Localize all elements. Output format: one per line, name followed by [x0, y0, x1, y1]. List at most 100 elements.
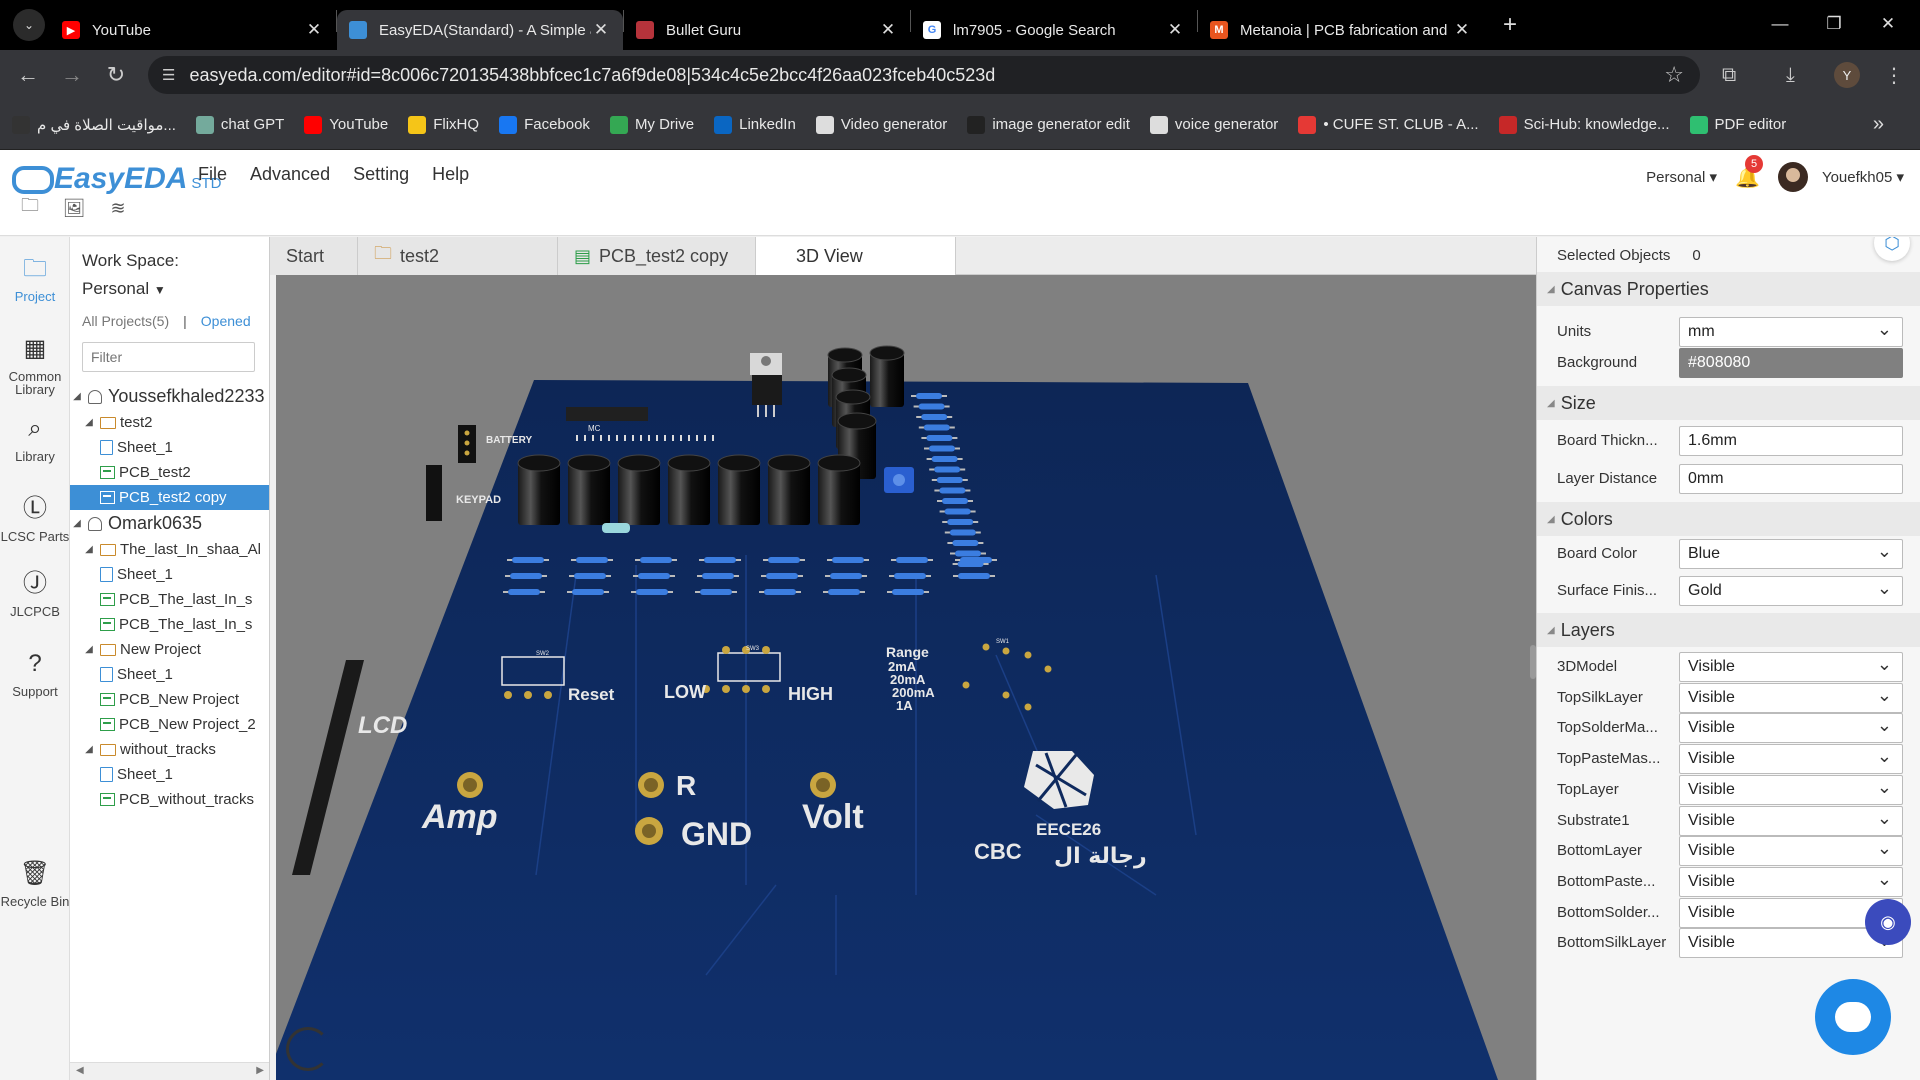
back-button[interactable]: ← [6, 62, 50, 88]
open-folder-icon[interactable]: 🗀 [18, 195, 42, 220]
easyeda-logo[interactable]: EasyEDA STD [10, 158, 221, 196]
layer-visibility-select[interactable]: Visible [1679, 866, 1903, 897]
tree-item-pcb[interactable]: PCB_test2 copy [70, 485, 269, 510]
more-bookmarks-icon[interactable]: » [1873, 113, 1884, 136]
bookmark-item[interactable]: LinkedIn [714, 115, 796, 134]
units-select[interactable]: mm [1679, 317, 1903, 347]
tree-item-user[interactable]: ◢ Omark0635 [70, 510, 269, 537]
tree-item-folder[interactable]: ◢ New Project [70, 637, 269, 662]
layer-visibility-select[interactable]: Visible [1679, 805, 1903, 836]
close-tab-icon[interactable]: ✕ [1165, 20, 1185, 40]
bookmark-item[interactable]: chat GPT [195, 115, 284, 134]
browser-tab[interactable]: M Metanoia | PCB fabrication and ✕ [1198, 10, 1484, 50]
background-color-field[interactable]: #808080 [1679, 348, 1903, 378]
layer-visibility-select[interactable]: Visible [1679, 836, 1903, 867]
bookmark-item[interactable]: image generator edit [967, 115, 1130, 134]
bookmark-item[interactable]: مواقيت الصلاة في م... [12, 115, 176, 134]
tree-horizontal-scrollbar[interactable]: ◀ ▶ [70, 1062, 269, 1080]
close-tab-icon[interactable]: ✕ [878, 20, 898, 40]
workspace-switch[interactable]: Personal ▾ [1646, 168, 1717, 186]
layer-distance-input[interactable]: 0mm [1679, 464, 1903, 494]
extensions-icon[interactable]: ⧉ [1722, 50, 1736, 100]
layers-icon[interactable]: ≋ [106, 196, 130, 220]
browser-tab[interactable]: ▶ YouTube ✕ [50, 10, 336, 50]
bookmark-item[interactable]: My Drive [609, 115, 694, 134]
restore-button[interactable]: ❐ [1804, 0, 1864, 48]
leftbar-recycle-bin[interactable]: 🗑 Recycle Bin [0, 857, 70, 908]
expand-triangle-icon[interactable]: ◢ [82, 417, 96, 428]
tree-item-pcb[interactable]: PCB_New Project [70, 687, 269, 712]
tree-item-sheet[interactable]: Sheet_1 [70, 562, 269, 587]
layer-visibility-select[interactable]: Visible [1679, 713, 1903, 744]
close-window-button[interactable]: ✕ [1858, 0, 1918, 48]
tree-item-sheet[interactable]: Sheet_1 [70, 435, 269, 460]
tree-item-pcb[interactable]: PCB_test2 [70, 460, 269, 485]
3d-view-canvas[interactable]: BATTERY KEYPAD MC SW2 SW3 SW1 Reset LOW … [276, 275, 1536, 1080]
close-tab-icon[interactable]: ✕ [591, 20, 611, 40]
bell-icon[interactable]: 🔔 5 [1735, 154, 1764, 190]
bookmark-item[interactable]: YouTube [304, 115, 388, 134]
all-projects-link[interactable]: All Projects(5) [82, 313, 169, 329]
leftbar-lcsc-parts[interactable]: Ⓛ LCSC Parts [0, 492, 70, 543]
colors-section[interactable]: ◢ Colors [1537, 502, 1920, 536]
size-section[interactable]: ◢ Size [1537, 386, 1920, 420]
document-tab[interactable]: ▤ PCB_test2 copy [558, 237, 756, 275]
floating-layers-icon[interactable]: ⬡ [1874, 237, 1910, 261]
expand-triangle-icon[interactable]: ◢ [82, 644, 96, 655]
workspace-dropdown[interactable]: Personal ▼ [82, 279, 166, 299]
tree-item-folder[interactable]: ◢ without_tracks [70, 737, 269, 762]
scroll-right-icon[interactable]: ▶ [256, 1065, 264, 1076]
tree-item-folder[interactable]: ◢ test2 [70, 410, 269, 435]
layers-section[interactable]: ◢ Layers [1537, 613, 1920, 647]
layer-visibility-select[interactable]: Visible [1679, 774, 1903, 805]
assistant-bot-icon[interactable]: ◉ [1865, 899, 1911, 945]
reload-button[interactable]: ↻ [94, 62, 138, 88]
bookmark-item[interactable]: • CUFE ST. CLUB - A... [1298, 115, 1479, 134]
browser-menu-icon[interactable]: ⋮ [1884, 50, 1904, 100]
tree-item-pcb[interactable]: PCB_The_last_In_s [70, 612, 269, 637]
tree-item-pcb[interactable]: PCB_without_tracks [70, 787, 269, 812]
url-bar[interactable]: ☰ easyeda.com/editor#id=8c006c720135438b… [148, 56, 1700, 94]
site-info-icon[interactable]: ☰ [162, 66, 175, 84]
filter-input[interactable] [82, 342, 255, 372]
bookmark-item[interactable]: FlixHQ [408, 115, 479, 134]
tab-search-button[interactable]: ⌄ [8, 5, 50, 45]
forward-button[interactable]: → [50, 62, 94, 88]
minimize-button[interactable]: — [1750, 0, 1810, 48]
opened-link[interactable]: Opened [201, 313, 251, 329]
document-tab[interactable]: 🗀 test2 [358, 237, 558, 275]
leftbar-support[interactable]: ? Support [0, 647, 70, 698]
download-icon[interactable]: ⤓ [1786, 50, 1795, 100]
surface-finish-select[interactable]: Gold [1679, 576, 1903, 606]
expand-triangle-icon[interactable]: ◢ [82, 544, 96, 555]
image-icon[interactable]: 🖼 [62, 196, 86, 220]
board-thickness-input[interactable]: 1.6mm [1679, 426, 1903, 456]
board-color-select[interactable]: Blue [1679, 539, 1903, 569]
layer-visibility-select[interactable]: Visible [1679, 652, 1903, 682]
bookmark-star-icon[interactable]: ☆ [1664, 62, 1684, 88]
leftbar-project[interactable]: 🗀 Project [0, 252, 70, 303]
expand-triangle-icon[interactable]: ◢ [70, 391, 84, 402]
browser-tab[interactable]: Bullet Guru ✕ [624, 10, 910, 50]
tree-item-pcb[interactable]: PCB_The_last_In_s [70, 587, 269, 612]
close-tab-icon[interactable]: ✕ [304, 20, 324, 40]
new-tab-button[interactable]: + [1490, 11, 1530, 39]
orbit-control[interactable] [286, 1027, 330, 1071]
layer-visibility-select[interactable]: Visible [1679, 744, 1903, 775]
menu-setting[interactable]: Setting [353, 164, 409, 185]
canvas-properties-section[interactable]: ◢ Canvas Properties [1537, 272, 1920, 306]
tree-item-user[interactable]: ◢ Youssefkhaled2233 [70, 383, 269, 410]
user-avatar[interactable] [1777, 162, 1808, 192]
leftbar-common-library[interactable]: ▦ Common Library [0, 332, 70, 396]
close-tab-icon[interactable]: ✕ [1452, 20, 1472, 40]
expand-triangle-icon[interactable]: ◢ [70, 518, 84, 529]
bookmark-item[interactable]: voice generator [1149, 115, 1278, 134]
bookmark-item[interactable]: Facebook [499, 115, 590, 134]
scroll-left-icon[interactable]: ◀ [76, 1065, 84, 1076]
profile-avatar[interactable]: Y [1834, 62, 1860, 88]
browser-tab[interactable]: EasyEDA(Standard) - A Simple a ✕ [337, 10, 623, 50]
leftbar-jlcpcb[interactable]: Ⓙ JLCPCB [0, 567, 70, 618]
bookmark-item[interactable]: Sci-Hub: knowledge... [1498, 115, 1670, 134]
document-tab[interactable]: 3D View [756, 237, 956, 275]
layer-visibility-select[interactable]: Visible [1679, 682, 1903, 713]
